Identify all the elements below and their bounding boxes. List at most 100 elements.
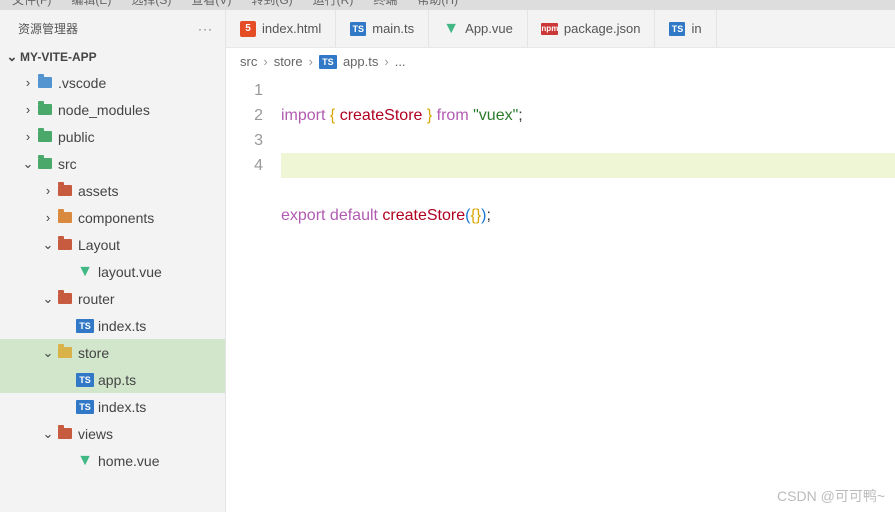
- tree-label: index.ts: [98, 399, 146, 415]
- chevron-icon: ⌄: [40, 291, 56, 307]
- chevron-icon: ›: [40, 210, 56, 225]
- vue-icon: ▼: [77, 452, 93, 470]
- project-root[interactable]: ⌄ MY-VITE-APP: [0, 45, 225, 69]
- crumb-tail: ...: [395, 54, 406, 69]
- ts-icon: TS: [76, 319, 94, 333]
- file-tree: ›.vscode›node_modules›public⌄src›assets›…: [0, 69, 225, 512]
- code-area[interactable]: 1234 import { createStore } from "vuex";…: [226, 75, 895, 512]
- tab-label: package.json: [564, 21, 641, 36]
- chevron-icon: ⌄: [40, 345, 56, 361]
- tree-label: components: [78, 210, 154, 226]
- menu-item[interactable]: 文件(F): [12, 0, 51, 8]
- tree-label: views: [78, 426, 113, 442]
- tree-label: index.ts: [98, 318, 146, 334]
- menubar: 文件(F) 编辑(E) 选择(S) 查看(V) 转到(G) 运行(R) 终端 帮…: [0, 0, 895, 10]
- npm-icon: npm: [541, 23, 558, 35]
- menu-item[interactable]: 转到(G): [251, 0, 292, 8]
- editor-tab[interactable]: npm package.json: [528, 10, 656, 47]
- current-line-highlight: [281, 153, 895, 178]
- menu-item[interactable]: 终端: [373, 0, 397, 8]
- tree-node[interactable]: › .vscode: [0, 69, 225, 96]
- ts-icon: TS: [350, 22, 366, 36]
- project-name: MY-VITE-APP: [20, 50, 97, 64]
- tree-node[interactable]: ▼ home.vue: [0, 447, 225, 474]
- tab-bar: 5 index.html TS main.ts ▼ App.vue npm package.j…: [226, 10, 895, 48]
- more-icon[interactable]: ···: [198, 22, 213, 36]
- editor-tab[interactable]: TS main.ts: [336, 10, 429, 47]
- editor-tab[interactable]: 5 index.html: [226, 10, 336, 47]
- folder-icon: [58, 185, 72, 196]
- menu-item[interactable]: 运行(R): [313, 0, 354, 8]
- gutter: 1234: [226, 75, 281, 512]
- editor: 5 index.html TS main.ts ▼ App.vue npm package.j…: [226, 10, 895, 512]
- tree-label: assets: [78, 183, 118, 199]
- tree-label: layout.vue: [98, 264, 162, 280]
- ts-icon: TS: [319, 55, 337, 69]
- menu-item[interactable]: 选择(S): [131, 0, 171, 8]
- folder-icon: [58, 428, 72, 439]
- chevron-right-icon: ›: [309, 54, 313, 69]
- tree-label: src: [58, 156, 77, 172]
- tree-label: app.ts: [98, 372, 136, 388]
- chevron-icon: ⌄: [40, 426, 56, 442]
- tree-node[interactable]: ⌄ Layout: [0, 231, 225, 258]
- tree-label: public: [58, 129, 95, 145]
- folder-icon: [58, 347, 72, 358]
- watermark: CSDN @可可鸭~: [777, 486, 885, 506]
- ts-icon: TS: [76, 373, 94, 387]
- editor-tab[interactable]: ▼ App.vue: [429, 10, 528, 47]
- chevron-down-icon: ⌄: [4, 49, 20, 65]
- folder-icon: [38, 131, 52, 142]
- crumb-file: app.ts: [343, 54, 378, 69]
- chevron-icon: ›: [20, 129, 36, 144]
- tree-label: store: [78, 345, 109, 361]
- menu-item[interactable]: 帮助(H): [417, 0, 458, 8]
- vue-icon: ▼: [77, 263, 93, 281]
- tab-label: main.ts: [372, 21, 414, 36]
- tree-node[interactable]: › assets: [0, 177, 225, 204]
- tree-label: router: [78, 291, 115, 307]
- tree-label: node_modules: [58, 102, 150, 118]
- html-icon: 5: [240, 21, 256, 37]
- chevron-right-icon: ›: [263, 54, 267, 69]
- editor-tab[interactable]: TS in: [655, 10, 716, 47]
- tree-node[interactable]: TS index.ts: [0, 312, 225, 339]
- chevron-icon: ⌄: [20, 156, 36, 172]
- tree-label: home.vue: [98, 453, 159, 469]
- tree-node[interactable]: TS index.ts: [0, 393, 225, 420]
- vue-icon: ▼: [443, 20, 459, 38]
- ts-icon: TS: [76, 400, 94, 414]
- menu-item[interactable]: 查看(V): [191, 0, 231, 8]
- tree-label: Layout: [78, 237, 120, 253]
- tree-node[interactable]: ⌄ src: [0, 150, 225, 177]
- folder-icon: [38, 77, 52, 88]
- tree-node[interactable]: › components: [0, 204, 225, 231]
- folder-icon: [58, 212, 72, 223]
- tree-node[interactable]: ⌄ views: [0, 420, 225, 447]
- tree-node[interactable]: › node_modules: [0, 96, 225, 123]
- folder-icon: [38, 158, 52, 169]
- folder-icon: [38, 104, 52, 115]
- tab-label: App.vue: [465, 21, 513, 36]
- breadcrumb[interactable]: src› store› TS app.ts› ...: [226, 48, 895, 75]
- sidebar: 资源管理器 ··· ⌄ MY-VITE-APP › .vscode › node_mo…: [0, 10, 226, 512]
- ts-icon: TS: [669, 22, 685, 36]
- crumb: store: [274, 54, 303, 69]
- chevron-icon: ⌄: [40, 237, 56, 253]
- folder-icon: [58, 239, 72, 250]
- chevron-icon: ›: [40, 183, 56, 198]
- tree-node[interactable]: ⌄ router: [0, 285, 225, 312]
- tree-node[interactable]: ⌄ store: [0, 339, 225, 366]
- chevron-icon: ›: [20, 75, 36, 90]
- tree-node[interactable]: TS app.ts: [0, 366, 225, 393]
- tree-label: .vscode: [58, 75, 106, 91]
- tab-label: in: [691, 21, 701, 36]
- folder-icon: [58, 293, 72, 304]
- chevron-icon: ›: [20, 102, 36, 117]
- tab-label: index.html: [262, 21, 321, 36]
- tree-node[interactable]: › public: [0, 123, 225, 150]
- tree-node[interactable]: ▼ layout.vue: [0, 258, 225, 285]
- menu-item[interactable]: 编辑(E): [71, 0, 111, 8]
- chevron-right-icon: ›: [384, 54, 388, 69]
- explorer-title: 资源管理器: [18, 20, 78, 37]
